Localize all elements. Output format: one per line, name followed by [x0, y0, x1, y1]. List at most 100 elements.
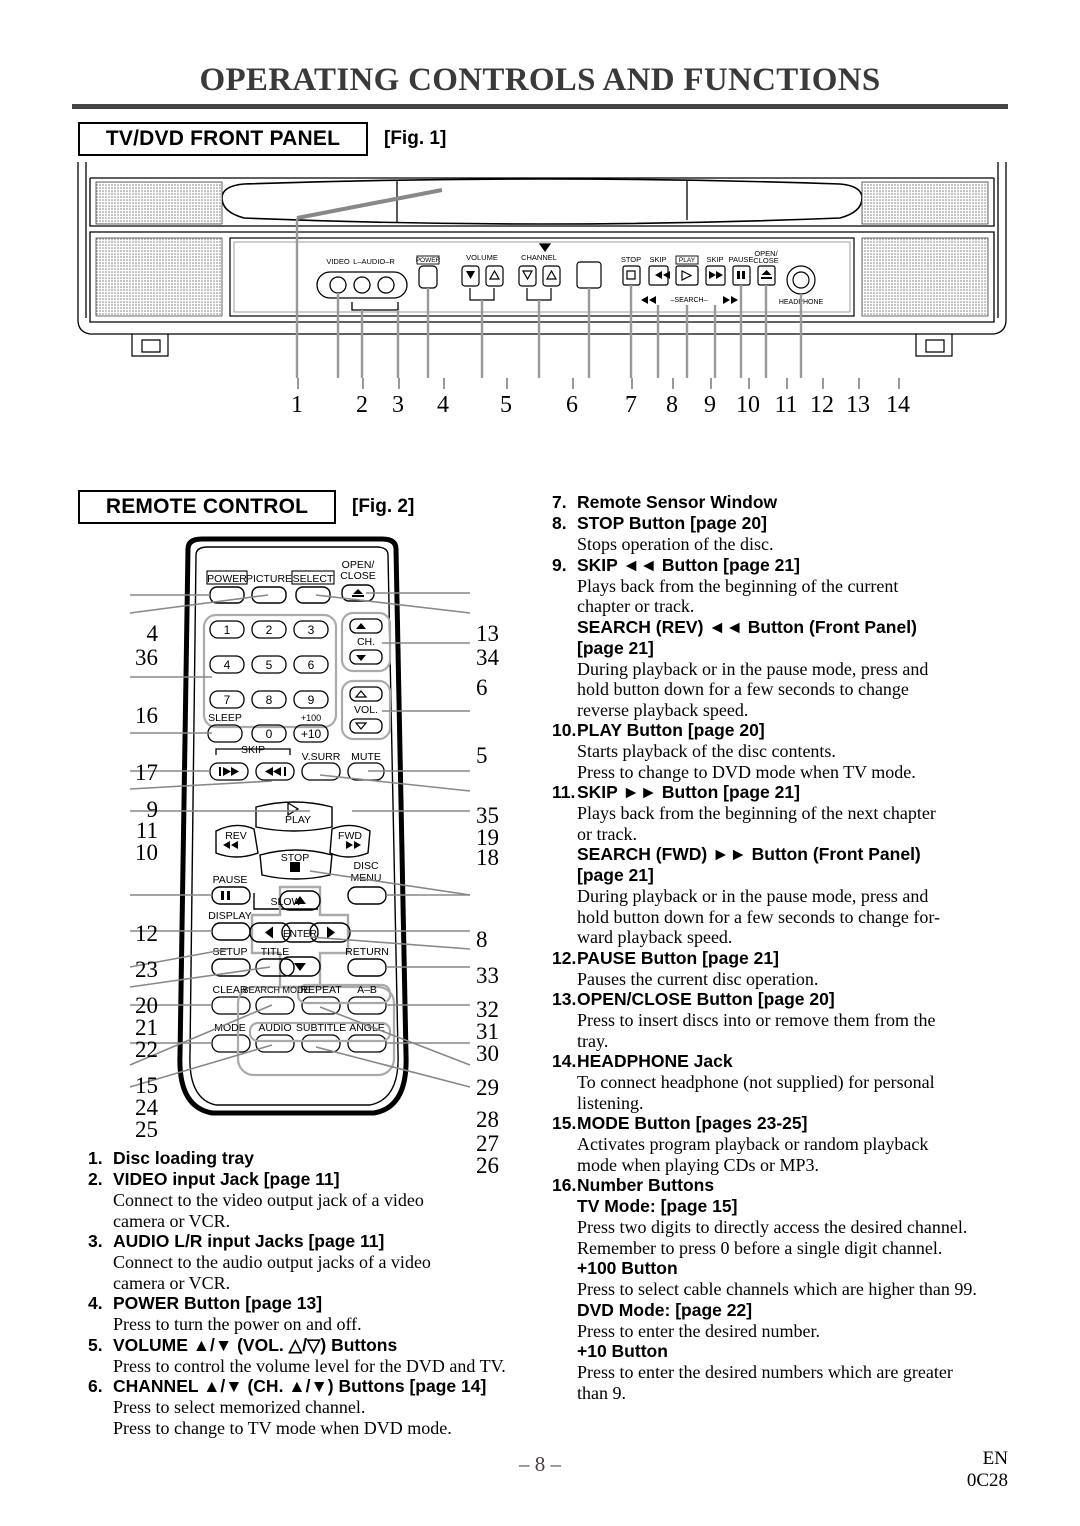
- item-number: 14.: [552, 1051, 577, 1071]
- list-item: 3. AUDIO L/R input Jacks [page 11] Connect…: [88, 1231, 538, 1293]
- item-group-line: Press two digits to directly access the …: [577, 1217, 968, 1237]
- rc-callout-18: 18: [476, 845, 499, 870]
- rc-callout-29: 29: [476, 1075, 499, 1100]
- list-item: 5. VOLUME ▲/▼ (VOL. △/▽) Buttons Press to …: [88, 1335, 538, 1377]
- label-pause: PAUSE: [729, 255, 754, 264]
- item-group-title: +100 Button: [577, 1258, 678, 1278]
- item-title: PAUSE Button [page 21]: [577, 947, 779, 968]
- label-close: CLOSE: [753, 256, 778, 265]
- item-body-line: camera or VCR.: [113, 1210, 231, 1231]
- item-heading: 3. AUDIO L/R input Jacks [page 11]: [88, 1231, 538, 1252]
- item-title: POWER Button [page 13]: [113, 1293, 323, 1313]
- callout-8: 8: [666, 392, 678, 418]
- item-heading: 9. SKIP ◄◄ Button [page 21]: [552, 555, 1012, 576]
- page-title: OPERATING CONTROLS AND FUNCTIONS: [199, 62, 881, 98]
- item-number: 1.: [88, 1148, 103, 1168]
- item-body-line: Plays back from the beginning of the nex…: [577, 803, 936, 823]
- item-body-line: Pauses the current disc operation.: [577, 968, 819, 989]
- item-number: 6.: [88, 1376, 103, 1396]
- item-subbody-line: ward playback speed.: [577, 927, 733, 947]
- item-number: 5.: [88, 1334, 103, 1355]
- list-item: 13. OPEN/CLOSE Button [page 20] Press to i…: [552, 989, 1012, 1051]
- rc-callout-33: 33: [476, 963, 499, 988]
- item-subbody-line: reverse playback speed.: [577, 699, 749, 720]
- item-heading: 12. PAUSE Button [page 21]: [552, 948, 1012, 969]
- item-title: MODE Button [pages 23-25]: [577, 1113, 808, 1133]
- item-subheading-line: [page 21]: [577, 865, 654, 885]
- item-heading: 5. VOLUME ▲/▼ (VOL. △/▽) Buttons: [88, 1335, 538, 1356]
- item-number: 2.: [88, 1169, 103, 1189]
- item-heading: 8. STOP Button [page 20]: [552, 513, 1012, 534]
- item-heading: 16. Number Buttons: [552, 1175, 1012, 1196]
- item-title: Number Buttons: [577, 1175, 715, 1195]
- item-number: 10.: [552, 720, 577, 740]
- item-heading: 1. Disc loading tray: [88, 1148, 538, 1169]
- item-group-line: Press to enter the desired number.: [577, 1320, 820, 1341]
- list-item: 1. Disc loading tray: [88, 1148, 538, 1169]
- item-number: 4.: [88, 1293, 103, 1313]
- item-heading: 7. Remote Sensor Window: [552, 492, 1012, 513]
- item-heading: 15. MODE Button [pages 23-25]: [552, 1113, 1012, 1134]
- footer-language: EN: [982, 1448, 1008, 1469]
- item-body-line: Press to change to TV mode when DVD mode…: [113, 1417, 452, 1438]
- item-number: 16.: [552, 1175, 577, 1195]
- item-group-title: DVD Mode: [page 22]: [577, 1299, 753, 1320]
- item-number: 8.: [552, 513, 567, 533]
- item-body-line: Stops operation of the disc.: [577, 534, 774, 554]
- list-item: 12. PAUSE Button [page 21] Pauses the curr…: [552, 948, 1012, 990]
- label-skip-prev: SKIP: [649, 255, 666, 264]
- callout-13: 13: [846, 392, 870, 418]
- page-number: – 8 –: [519, 1452, 561, 1476]
- item-body-line: Connect to the audio output jacks of a v…: [113, 1252, 431, 1272]
- list-item: 9. SKIP ◄◄ Button [page 21] Plays back fro…: [552, 555, 1012, 721]
- rc-callout-13: 13: [476, 621, 499, 646]
- item-heading: 6. CHANNEL ▲/▼ (CH. ▲/▼) Buttons [page 14…: [88, 1376, 538, 1397]
- item-group-title: TV Mode: [page 15]: [577, 1196, 738, 1216]
- item-subheading-line: SEARCH (FWD) ►► Button (Front Panel): [577, 844, 921, 864]
- item-body-line: Connect to the video output jack of a vi…: [113, 1190, 424, 1210]
- item-subbody-line: hold button down for a few seconds to ch…: [577, 679, 909, 699]
- item-body-line: Press to change to DVD mode when TV mode…: [577, 761, 916, 782]
- callout-12: 12: [810, 392, 834, 418]
- item-heading: 14. HEADPHONE Jack: [552, 1051, 1012, 1072]
- list-item: 15. MODE Button [pages 23-25] Activates pr…: [552, 1113, 1012, 1175]
- item-title: VIDEO input Jack [page 11]: [113, 1169, 340, 1189]
- front-panel-diagram: VIDEO L–AUDIO–R POWER VOLUME CHANNEL STO…: [72, 160, 1012, 380]
- list-item: 2. VIDEO input Jack [page 11] Connect to t…: [88, 1169, 538, 1231]
- item-title: Remote Sensor Window: [577, 492, 778, 512]
- list-item: 4. POWER Button [page 13] Press to turn th…: [88, 1293, 538, 1335]
- item-body-line: camera or VCR.: [113, 1272, 231, 1293]
- item-title: PLAY Button [page 20]: [577, 720, 765, 740]
- callout-6: 6: [566, 392, 578, 418]
- label-play: PLAY: [679, 257, 696, 264]
- item-heading: 11. SKIP ►► Button [page 21]: [552, 782, 1012, 803]
- item-number: 3.: [88, 1231, 103, 1251]
- section-header-front-panel: TV/DVD FRONT PANEL: [78, 122, 368, 156]
- item-number: 9.: [552, 554, 567, 575]
- label-channel: CHANNEL: [521, 253, 557, 262]
- item-heading: 4. POWER Button [page 13]: [88, 1293, 538, 1314]
- item-heading: 2. VIDEO input Jack [page 11]: [88, 1169, 538, 1190]
- item-number: 12.: [552, 947, 577, 968]
- item-body-line: Press to select memorized channel.: [113, 1397, 366, 1417]
- item-group-line: Press to enter the desired numbers which…: [577, 1362, 953, 1382]
- item-body-line: or track.: [577, 823, 637, 844]
- list-item: 16. Number Buttons TV Mode: [page 15] Press…: [552, 1175, 1012, 1403]
- list-item: 10. PLAY Button [page 20] Starts playback …: [552, 720, 1012, 782]
- rc-callout-28: 28: [476, 1107, 499, 1132]
- item-title: STOP Button [page 20]: [577, 513, 767, 533]
- item-heading: 10. PLAY Button [page 20]: [552, 720, 1012, 741]
- front-panel-figure-caption: [Fig. 1]: [384, 128, 447, 149]
- label-video: VIDEO: [326, 257, 350, 266]
- rc-callout-34: 34: [476, 645, 499, 670]
- rc-callout-8: 8: [476, 927, 488, 952]
- list-item: 14. HEADPHONE Jack To connect headphone (n…: [552, 1051, 1012, 1113]
- item-title: SKIP ◄◄ Button [page 21]: [577, 554, 800, 575]
- manual-page: OPERATING CONTROLS AND FUNCTIONS TV/DVD …: [0, 0, 1080, 1526]
- footer-code: 0C28: [966, 1470, 1008, 1491]
- label-stop: STOP: [621, 255, 641, 264]
- item-group-line: Remember to press 0 before a single digi…: [577, 1237, 943, 1258]
- rc-callout-5: 5: [476, 743, 488, 768]
- item-group-line: Press to select cable channels which are…: [577, 1279, 977, 1299]
- label-skip-next: SKIP: [706, 255, 723, 264]
